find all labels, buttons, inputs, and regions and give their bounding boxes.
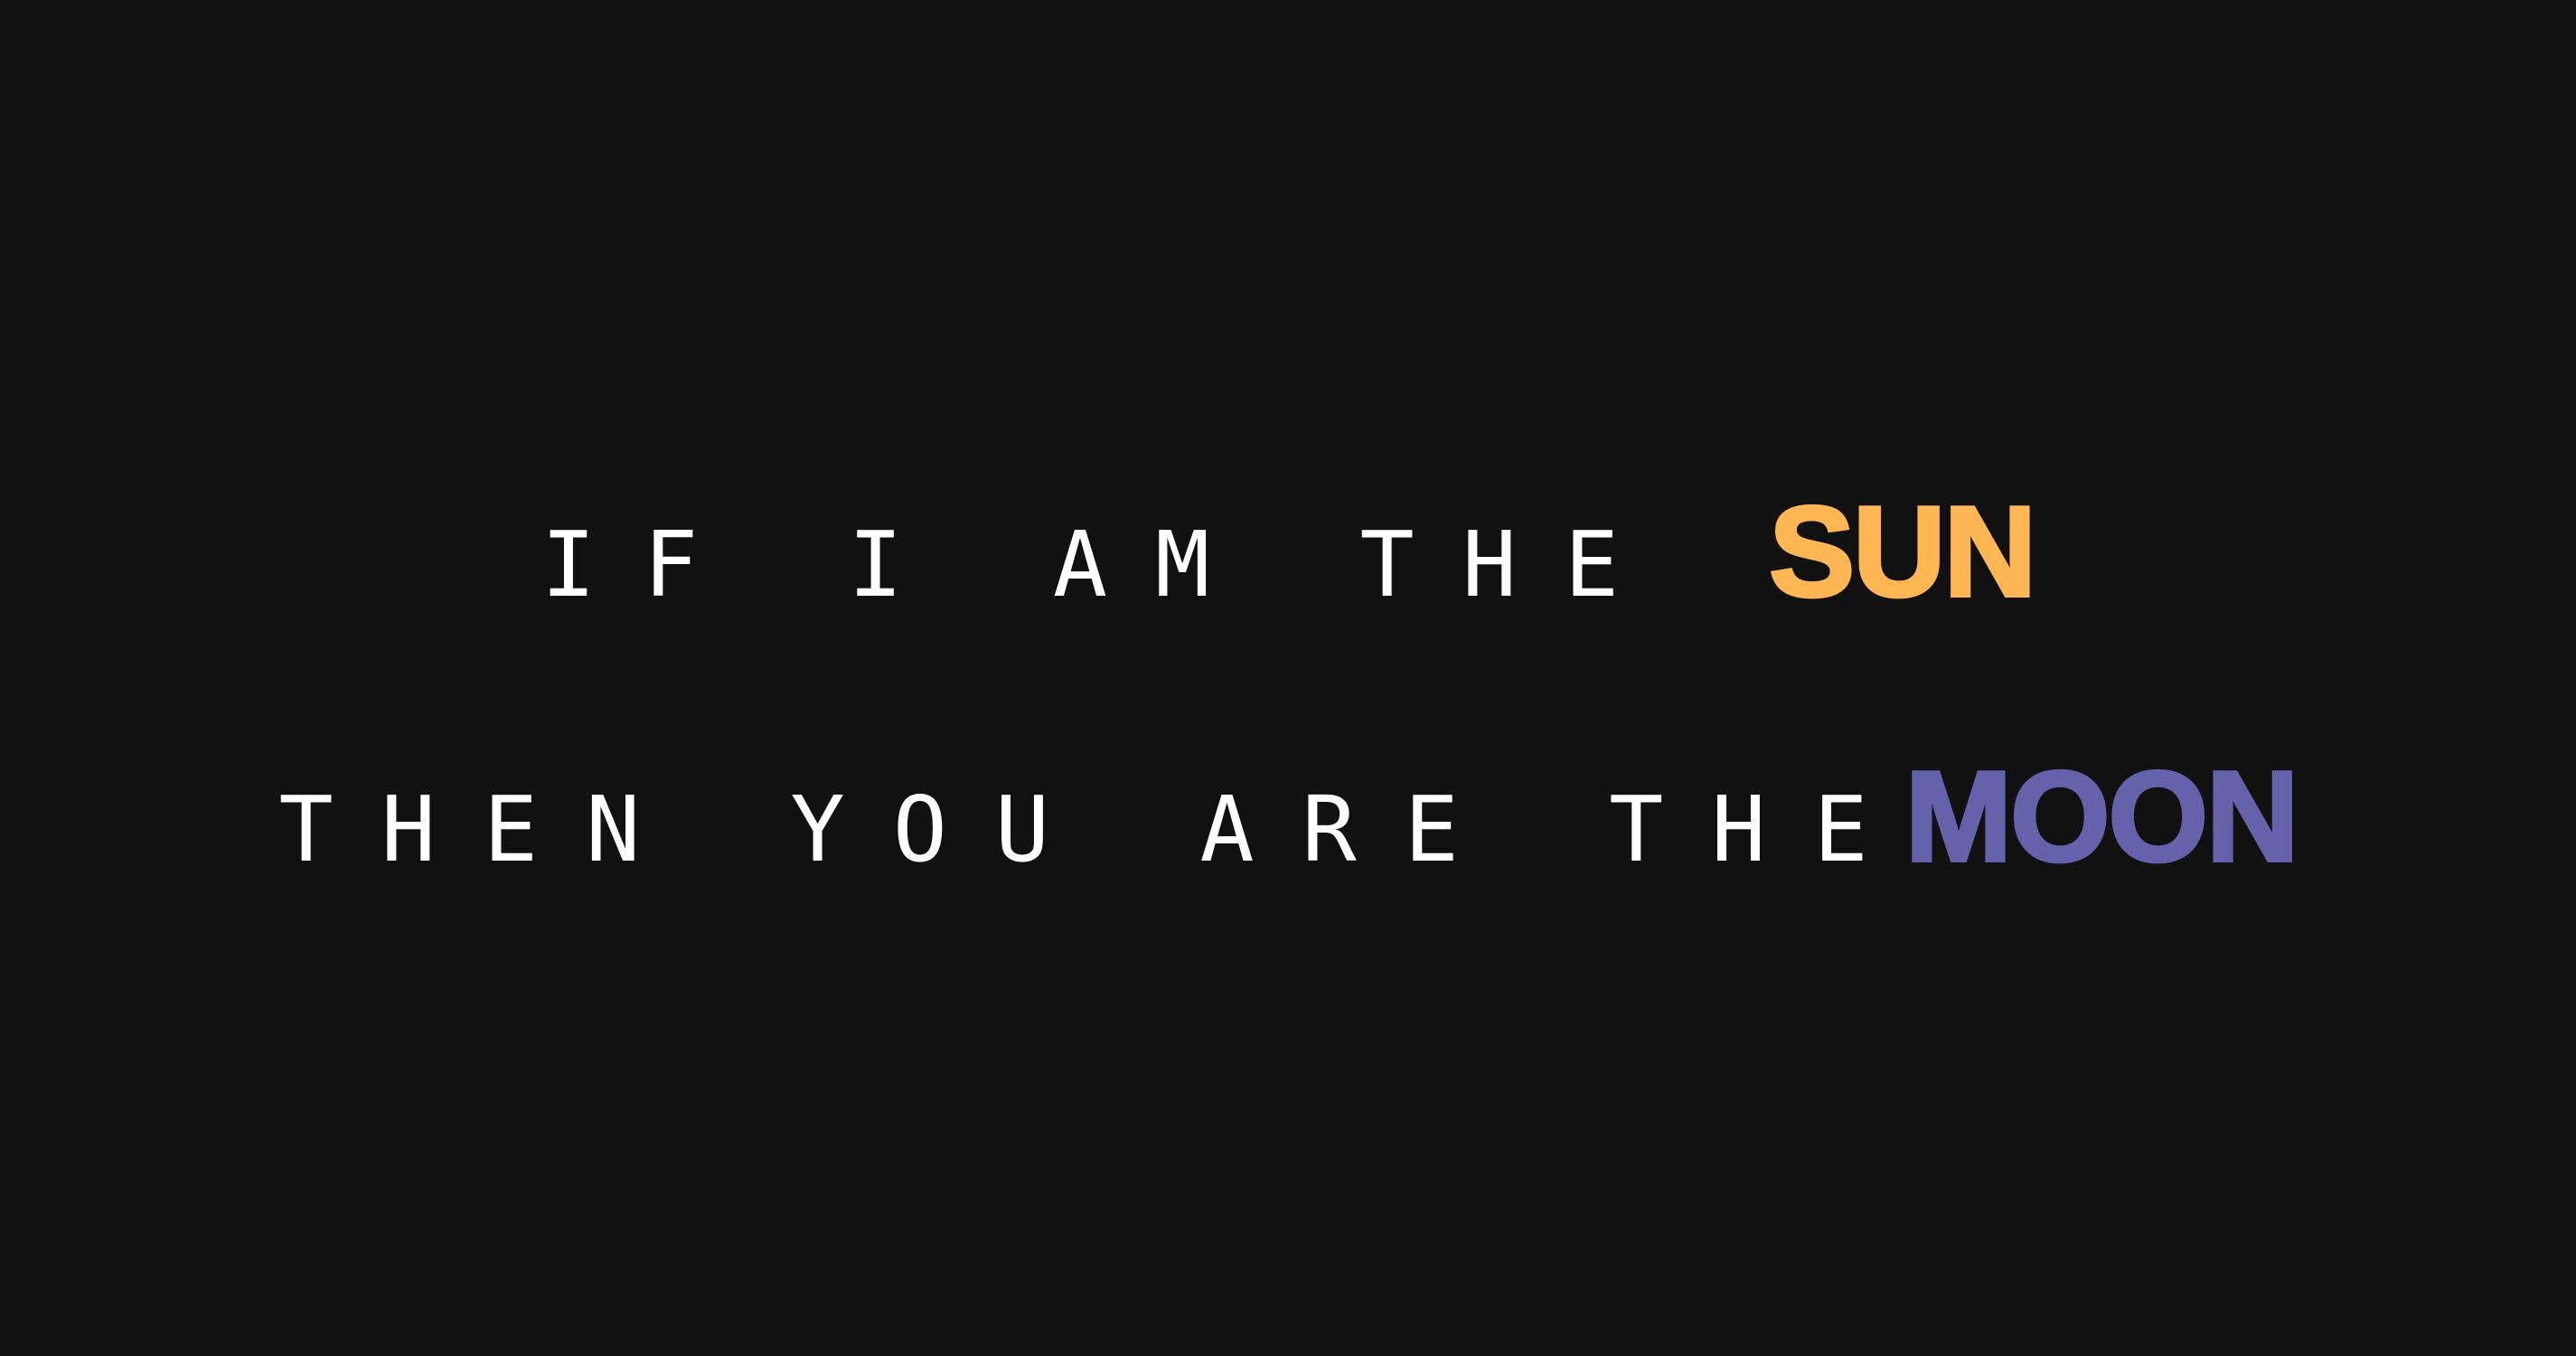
sun-word: SUN — [1767, 480, 2038, 624]
line-one: IF I AM THE SUN — [0, 480, 2576, 624]
line-two-lead-text: THEN YOU ARE THE — [278, 777, 1916, 882]
line-one-lead-text: IF I AM THE — [541, 512, 1668, 617]
line-one-spacer — [1667, 512, 1769, 617]
moon-word: MOON — [1904, 745, 2301, 889]
poster-canvas: IF I AM THE SUN THEN YOU ARE THE MOON — [0, 0, 2576, 1356]
line-two: THEN YOU ARE THE MOON — [0, 745, 2576, 889]
